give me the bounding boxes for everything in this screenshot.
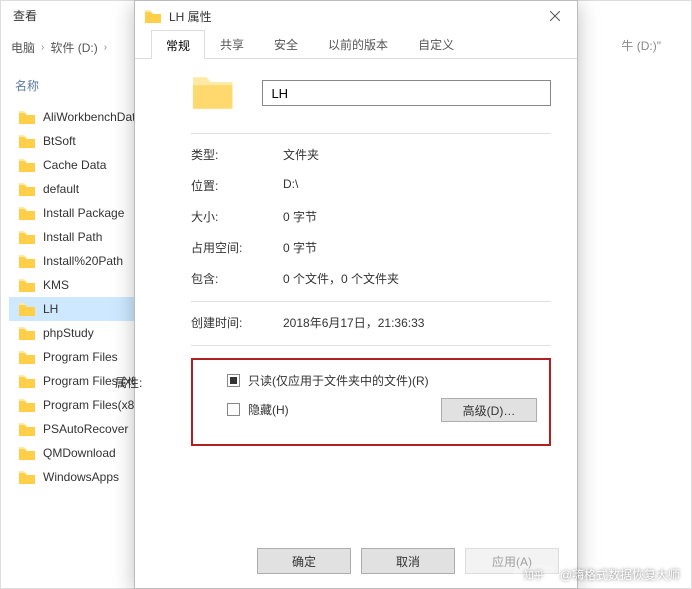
folder-name: BtSoft — [43, 134, 76, 148]
folder-icon — [19, 471, 35, 484]
readonly-checkbox-row[interactable]: 只读(仅应用于文件夹中的文件)(R) — [227, 372, 535, 389]
folder-icon — [19, 423, 35, 436]
size-on-disk-label: 占用空间: — [191, 239, 283, 256]
breadcrumb-seg: 软件 (D:) — [50, 39, 97, 56]
folder-icon — [19, 375, 35, 388]
readonly-label: 只读(仅应用于文件夹中的文件)(R) — [248, 372, 429, 389]
attributes-section: 属性: 只读(仅应用于文件夹中的文件)(R) 隐藏(H) 高级(D)… — [191, 358, 551, 446]
divider — [191, 345, 551, 346]
checkbox-empty-icon — [227, 403, 240, 416]
folder-icon — [145, 10, 161, 23]
contains-value: 0 个文件，0 个文件夹 — [283, 270, 399, 287]
tab[interactable]: 自定义 — [403, 29, 469, 58]
divider — [191, 301, 551, 302]
folder-name: Cache Data — [43, 158, 106, 172]
folder-name: WindowsApps — [43, 470, 119, 484]
folder-icon — [19, 303, 35, 316]
tab[interactable]: 共享 — [205, 29, 259, 58]
type-value: 文件夹 — [283, 146, 319, 163]
apply-button: 应用(A) — [465, 548, 559, 574]
tab[interactable]: 以前的版本 — [313, 29, 403, 58]
folder-name: Install%20Path — [43, 254, 123, 268]
location-value: D:\ — [283, 177, 298, 194]
folder-name-input[interactable] — [262, 80, 551, 106]
attributes-label: 属性: — [115, 374, 142, 391]
chevron-right-icon: › — [41, 42, 44, 53]
folder-name: Install Package — [43, 206, 124, 220]
divider — [191, 133, 551, 134]
titlebar: LH 属性 — [135, 1, 577, 31]
folder-icon-large — [191, 75, 234, 111]
tab[interactable]: 安全 — [259, 29, 313, 58]
folder-name: Program Files(x86 — [43, 398, 141, 412]
location-label: 位置: — [191, 177, 283, 194]
properties-dialog: LH 属性 常规共享安全以前的版本自定义 类型:文件夹 位置:D:\ 大小:0 … — [134, 0, 578, 589]
chevron-right-icon: › — [104, 42, 107, 53]
folder-icon — [19, 231, 35, 244]
folder-name: QMDownload — [43, 446, 116, 460]
size-value: 0 字节 — [283, 208, 317, 225]
folder-name: Install Path — [43, 230, 102, 244]
dialog-title: LH 属性 — [169, 8, 212, 25]
folder-name: PSAutoRecover — [43, 422, 128, 436]
folder-name: default — [43, 182, 79, 196]
tab[interactable]: 常规 — [151, 30, 205, 59]
folder-icon — [19, 279, 35, 292]
folder-icon — [19, 135, 35, 148]
folder-name: Program Files — [43, 350, 118, 364]
size-on-disk-value: 0 字节 — [283, 239, 317, 256]
folder-icon — [19, 183, 35, 196]
contains-label: 包含: — [191, 270, 283, 287]
folder-name: phpStudy — [43, 326, 94, 340]
advanced-button[interactable]: 高级(D)… — [441, 398, 537, 422]
column-header-name[interactable]: 名称 — [15, 77, 39, 94]
general-tab-content: 类型:文件夹 位置:D:\ 大小:0 字节 占用空间:0 字节 包含:0 个文件… — [135, 59, 577, 446]
created-value: 2018年6月17日，21:36:33 — [283, 314, 424, 331]
folder-icon — [19, 207, 35, 220]
size-label: 大小: — [191, 208, 283, 225]
folder-icon — [19, 447, 35, 460]
folder-name: LH — [43, 302, 58, 316]
checkbox-indeterminate-icon — [227, 374, 240, 387]
path-suffix: 牛 (D:)" — [621, 37, 661, 54]
type-label: 类型: — [191, 146, 283, 163]
folder-icon — [19, 159, 35, 172]
folder-icon — [19, 327, 35, 340]
dialog-button-row: 确定 取消 应用(A) — [257, 548, 559, 574]
ok-button[interactable]: 确定 — [257, 548, 351, 574]
folder-name: KMS — [43, 278, 69, 292]
view-menu[interactable]: 查看 — [1, 1, 49, 29]
folder-icon — [19, 351, 35, 364]
created-label: 创建时间: — [191, 314, 283, 331]
folder-icon — [19, 399, 35, 412]
close-button[interactable] — [533, 1, 577, 31]
close-icon — [550, 11, 560, 21]
breadcrumb-seg: 电脑 — [11, 39, 35, 56]
cancel-button[interactable]: 取消 — [361, 548, 455, 574]
folder-icon — [19, 111, 35, 124]
folder-icon — [19, 255, 35, 268]
folder-name: AliWorkbenchData — [43, 110, 142, 124]
hidden-label: 隐藏(H) — [248, 401, 289, 418]
tab-bar: 常规共享安全以前的版本自定义 — [135, 31, 577, 59]
